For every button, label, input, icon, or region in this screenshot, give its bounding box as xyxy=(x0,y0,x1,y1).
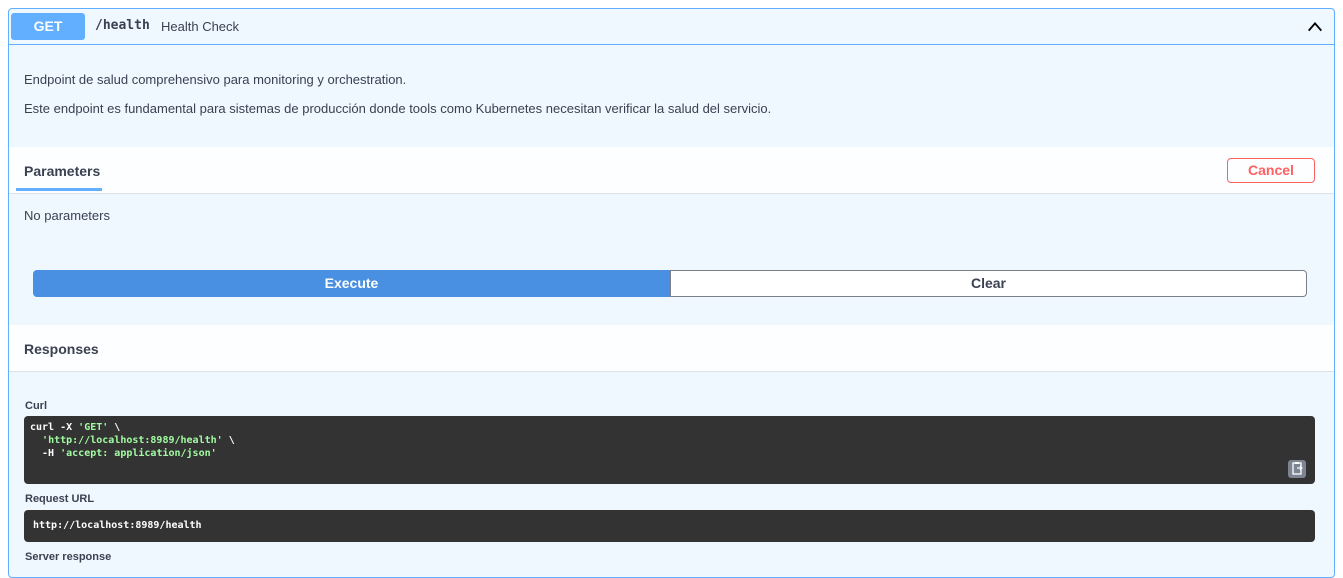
execute-wrapper: Execute Clear xyxy=(33,270,1307,298)
description-line-2: Este endpoint es fundamental para sistem… xyxy=(24,101,772,116)
curl-code-block: curl -X 'GET' \ 'http://localhost:8989/h… xyxy=(24,416,1315,484)
description-line-1: Endpoint de salud comprehensivo para mon… xyxy=(24,72,407,87)
tab-underline xyxy=(16,188,102,191)
no-parameters-text: No parameters xyxy=(24,208,110,223)
clear-button[interactable]: Clear xyxy=(670,270,1307,297)
method-badge: GET xyxy=(11,13,85,40)
curl-line-2: 'http://localhost:8989/health' \ xyxy=(42,435,235,446)
request-url-label: Request URL xyxy=(25,493,95,505)
chevron-up-icon[interactable] xyxy=(1306,18,1324,36)
cancel-button[interactable]: Cancel xyxy=(1227,158,1315,183)
responses-title: Responses xyxy=(24,341,99,357)
endpoint-block: GET /health Health Check Endpoint de sal… xyxy=(8,8,1335,578)
request-url-block: http://localhost:8989/health xyxy=(24,510,1315,542)
clipboard-icon[interactable] xyxy=(1288,460,1306,478)
endpoint-summary[interactable]: GET /health Health Check xyxy=(9,9,1334,45)
parameters-header: Parameters Cancel xyxy=(9,147,1334,194)
curl-line-1: curl -X 'GET' \ xyxy=(30,422,121,433)
responses-header: Responses xyxy=(9,325,1334,372)
execute-button[interactable]: Execute xyxy=(33,270,670,297)
request-url-value: http://localhost:8989/health xyxy=(33,520,202,531)
endpoint-path: /health xyxy=(95,18,150,33)
server-response-label: Server response xyxy=(25,551,112,563)
curl-line-3: -H 'accept: application/json' xyxy=(30,448,217,459)
endpoint-summary-text: Health Check xyxy=(161,19,240,34)
tab-parameters[interactable]: Parameters xyxy=(24,163,100,179)
curl-label: Curl xyxy=(25,400,47,412)
